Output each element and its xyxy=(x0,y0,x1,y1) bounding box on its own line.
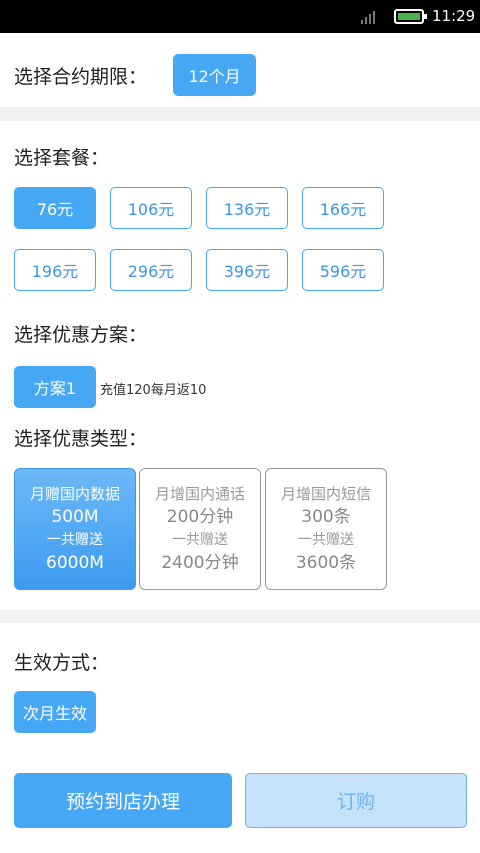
signal-icon xyxy=(361,11,375,24)
card-total-amount: 3600条 xyxy=(295,553,357,573)
battery-icon xyxy=(394,9,427,24)
status-bar: 11:29 xyxy=(0,0,480,33)
card-title: 月增国内通话 xyxy=(154,485,245,503)
card-total-label: 一共赠送 xyxy=(47,532,103,548)
package-option-596[interactable]: 596元 xyxy=(302,249,384,291)
status-time: 11:29 xyxy=(432,7,476,25)
promo-plan-option-1[interactable]: 方案1 xyxy=(14,366,96,408)
package-option-296[interactable]: 296元 xyxy=(110,249,192,291)
promo-type-card-data[interactable]: 月赠国内数据 500M 一共赠送 6000M xyxy=(14,468,136,590)
promo-plan-note: 充值120每月返10 xyxy=(100,383,207,398)
package-option-396[interactable]: 396元 xyxy=(206,249,288,291)
package-option-76[interactable]: 76元 xyxy=(14,187,96,229)
card-monthly-amount: 300条 xyxy=(301,507,351,527)
promo-type-label: 选择优惠类型： xyxy=(14,428,148,450)
package-label: 选择套餐： xyxy=(14,147,110,169)
package-option-106[interactable]: 106元 xyxy=(110,187,192,229)
card-monthly-amount: 200分钟 xyxy=(166,507,234,527)
contract-label: 选择合约期限： xyxy=(14,66,148,88)
section-divider xyxy=(0,610,480,623)
effective-label: 生效方式： xyxy=(14,652,110,674)
card-total-label: 一共赠送 xyxy=(172,532,228,548)
promo-type-card-calls[interactable]: 月增国内通话 200分钟 一共赠送 2400分钟 xyxy=(139,468,261,590)
package-option-136[interactable]: 136元 xyxy=(206,187,288,229)
promo-plan-label: 选择优惠方案： xyxy=(14,324,148,346)
order-button[interactable]: 订购 xyxy=(245,773,467,828)
card-monthly-amount: 500M xyxy=(51,507,99,527)
card-total-amount: 6000M xyxy=(46,553,104,573)
contract-option-12-months[interactable]: 12个月 xyxy=(173,54,256,96)
effective-option-next-month[interactable]: 次月生效 xyxy=(14,691,96,733)
package-option-196[interactable]: 196元 xyxy=(14,249,96,291)
promo-type-card-sms[interactable]: 月增国内短信 300条 一共赠送 3600条 xyxy=(265,468,387,590)
card-total-label: 一共赠送 xyxy=(298,532,354,548)
reserve-store-button[interactable]: 预约到店办理 xyxy=(14,773,232,828)
package-option-166[interactable]: 166元 xyxy=(302,187,384,229)
card-total-amount: 2400分钟 xyxy=(161,553,239,573)
card-title: 月增国内短信 xyxy=(280,485,371,503)
card-title: 月赠国内数据 xyxy=(29,485,120,503)
section-divider xyxy=(0,107,480,121)
